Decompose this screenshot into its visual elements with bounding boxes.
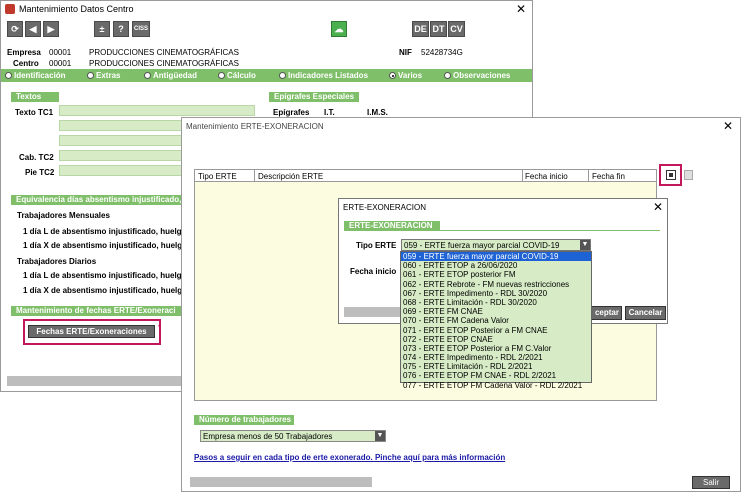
required-marker-icon: • xyxy=(158,321,162,331)
col-divider xyxy=(588,170,589,182)
dropdown-option[interactable]: 059 - ERTE fuerza mayor parcial COVID-19 xyxy=(401,252,591,262)
cloud-upload-icon[interactable]: ☁ xyxy=(331,21,347,37)
absentismo-line-3: 1 día L de absentismo injustificado, hue… xyxy=(23,271,182,280)
dialog-section-rule xyxy=(344,230,660,231)
centro-code: 00001 xyxy=(49,59,72,68)
toolbar: ⟳ ◀ ▶ ± ? CISS ☁ DE DT CV xyxy=(1,20,532,40)
dropdown-option[interactable]: 076 - ERTE ETOP FM CNAE - RDL 2/2021 xyxy=(401,371,591,380)
cancelar-button[interactable]: Cancelar xyxy=(625,306,666,320)
cab-tc2-label: Cab. TC2 xyxy=(19,153,54,162)
delete-row-icon[interactable] xyxy=(684,170,693,180)
empresa-code: 00001 xyxy=(49,48,72,57)
close-icon[interactable]: ✕ xyxy=(723,119,733,133)
main-status-bar xyxy=(7,376,187,386)
erte-window-title: Mantenimiento ERTE-EXONERACION xyxy=(186,122,324,131)
fecha-inicio-label: Fecha inicio xyxy=(350,267,397,276)
dropdown-option[interactable]: 062 - ERTE Rebrote - FM nuevas restricci… xyxy=(401,280,591,289)
col-fecha-inicio[interactable]: Fecha inicio xyxy=(525,172,568,181)
tab-extras[interactable]: Extras xyxy=(87,71,120,80)
refresh-icon[interactable]: ⟳ xyxy=(7,21,23,37)
empresa-label: Empresa xyxy=(7,48,41,57)
dropdown-option[interactable]: 067 - ERTE Impedimento - RDL 30/2020 xyxy=(401,289,591,298)
num-trab-select[interactable]: Empresa menos de 50 Trabajadores ▼ xyxy=(200,430,386,442)
next-record-icon[interactable]: ▶ xyxy=(43,21,59,37)
add-row-icon[interactable] xyxy=(666,170,676,180)
col-fecha-fin[interactable]: Fecha fin xyxy=(592,172,625,181)
texto-tc1-line1[interactable] xyxy=(59,105,255,116)
epigrafes-label: Epígrafes xyxy=(273,108,310,117)
close-icon[interactable]: ✕ xyxy=(516,2,526,16)
tipo-erte-label: Tipo ERTE xyxy=(356,241,397,250)
ciss-button[interactable]: CISS xyxy=(132,21,150,37)
it-label: I.T. xyxy=(324,108,335,117)
first-record-icon[interactable]: ◀ xyxy=(25,21,41,37)
dropdown-option[interactable]: 072 - ERTE ETOP CNAE xyxy=(401,335,591,344)
num-trab-value: Empresa menos de 50 Trabajadores xyxy=(203,432,333,441)
empresa-name: PRODUCCIONES CINEMATOGRÁFICAS xyxy=(89,48,239,57)
close-icon[interactable]: ✕ xyxy=(653,200,663,214)
epigrafes-header: Epígrafes Especiales xyxy=(269,92,359,102)
nif-value: 52428734G xyxy=(421,48,463,57)
col-tipo-erte[interactable]: Tipo ERTE xyxy=(198,172,237,181)
dialog-title: ERTE-EXONERACION xyxy=(343,203,426,212)
tab-bar: Identificación Extras Antigüedad Cálculo… xyxy=(1,69,532,82)
de-button[interactable]: DE xyxy=(412,21,429,37)
chevron-down-icon[interactable]: ▼ xyxy=(375,431,385,441)
dropdown-option[interactable]: 071 - ERTE ETOP Posterior a FM CNAE xyxy=(401,326,591,335)
dropdown-option[interactable]: 077 - ERTE ETOP FM Cadena Valor - RDL 2/… xyxy=(401,381,591,390)
absentismo-line-2: 1 día X de absentismo injustificado, hue… xyxy=(23,241,183,250)
tab-antiguedad[interactable]: Antigüedad xyxy=(144,71,197,80)
mantenimiento-header: Mantenimiento de fechas ERTE/Exoneraci xyxy=(11,306,183,316)
aceptar-button[interactable]: ceptar xyxy=(591,306,622,320)
tab-indicadores[interactable]: Indicadores Listados xyxy=(279,71,368,80)
equivalencia-header: Equivalencia días absentismo injustifica… xyxy=(11,195,183,205)
col-descripcion[interactable]: Descripción ERTE xyxy=(258,172,323,181)
num-trab-header: Número de trabajadores xyxy=(194,415,294,425)
nif-label: NIF xyxy=(399,48,412,57)
tipo-erte-dropdown: 059 - ERTE fuerza mayor parcial COVID-19… xyxy=(400,251,592,390)
dropdown-option[interactable]: 075 - ERTE Limitación - RDL 2/2021 xyxy=(401,362,591,371)
help-button[interactable]: ? xyxy=(113,21,129,37)
cv-button[interactable]: CV xyxy=(448,21,465,37)
chevron-down-icon[interactable]: ▼ xyxy=(580,240,590,250)
ims-label: I.M.S. xyxy=(367,108,388,117)
dropdown-option[interactable]: 074 - ERTE Impedimento - RDL 2/2021 xyxy=(401,353,591,362)
dropdown-option[interactable]: 073 - ERTE ETOP Posterior a FM C.Valor xyxy=(401,344,591,353)
main-window-title: Mantenimiento Datos Centro xyxy=(19,4,134,14)
tipo-erte-value: 059 - ERTE fuerza mayor parcial COVID-19 xyxy=(404,241,560,250)
erte-status-bar xyxy=(190,477,372,487)
info-link[interactable]: Pasos a seguir en cada tipo de erte exon… xyxy=(194,453,505,462)
tab-varios[interactable]: Varios xyxy=(389,71,422,80)
dropdown-option[interactable]: 060 - ERTE ETOP a 26/06/2020 xyxy=(401,261,591,270)
centro-label: Centro xyxy=(13,59,39,68)
tipo-erte-select[interactable]: 059 - ERTE fuerza mayor parcial COVID-19… xyxy=(401,239,591,251)
plusminus-button[interactable]: ± xyxy=(94,21,110,37)
tab-calculo[interactable]: Cálculo xyxy=(218,71,256,80)
app-icon xyxy=(5,4,15,14)
salir-button[interactable]: Salir xyxy=(692,476,730,489)
dropdown-option[interactable]: 061 - ERTE ETOP posterior FM xyxy=(401,270,591,279)
pie-tc2-label: Pie TC2 xyxy=(25,168,55,177)
dropdown-option[interactable]: 068 - ERTE Limitación - RDL 30/2020 xyxy=(401,298,591,307)
dropdown-option[interactable]: 070 - ERTE FM Cadena Valor xyxy=(401,316,591,325)
col-divider xyxy=(254,170,255,182)
trab-mensuales-label: Trabajadores Mensuales xyxy=(17,211,110,220)
dropdown-option[interactable]: 069 - ERTE FM CNAE xyxy=(401,307,591,316)
dialog-status-bar xyxy=(344,307,404,317)
tab-identificacion[interactable]: Identificación xyxy=(5,71,66,80)
absentismo-line-1: 1 día L de absentismo injustificado, hue… xyxy=(23,227,182,236)
fechas-erte-button[interactable]: Fechas ERTE/Exoneraciones xyxy=(28,325,155,338)
absentismo-line-4: 1 día X de absentismo injustificado, hue… xyxy=(23,286,183,295)
dt-button[interactable]: DT xyxy=(430,21,447,37)
trab-diarios-label: Trabajadores Diarios xyxy=(17,257,97,266)
main-title-bar: Mantenimiento Datos Centro ✕ xyxy=(1,1,532,18)
erte-table-header: Tipo ERTE Descripción ERTE Fecha inicio … xyxy=(195,170,656,182)
textos-header: Textos xyxy=(11,92,59,102)
centro-name: PRODUCCIONES CINEMATOGRÁFICAS xyxy=(89,59,239,68)
tab-observaciones[interactable]: Observaciones xyxy=(444,71,510,80)
texto-tc1-label: Texto TC1 xyxy=(15,108,54,117)
col-divider xyxy=(522,170,523,182)
